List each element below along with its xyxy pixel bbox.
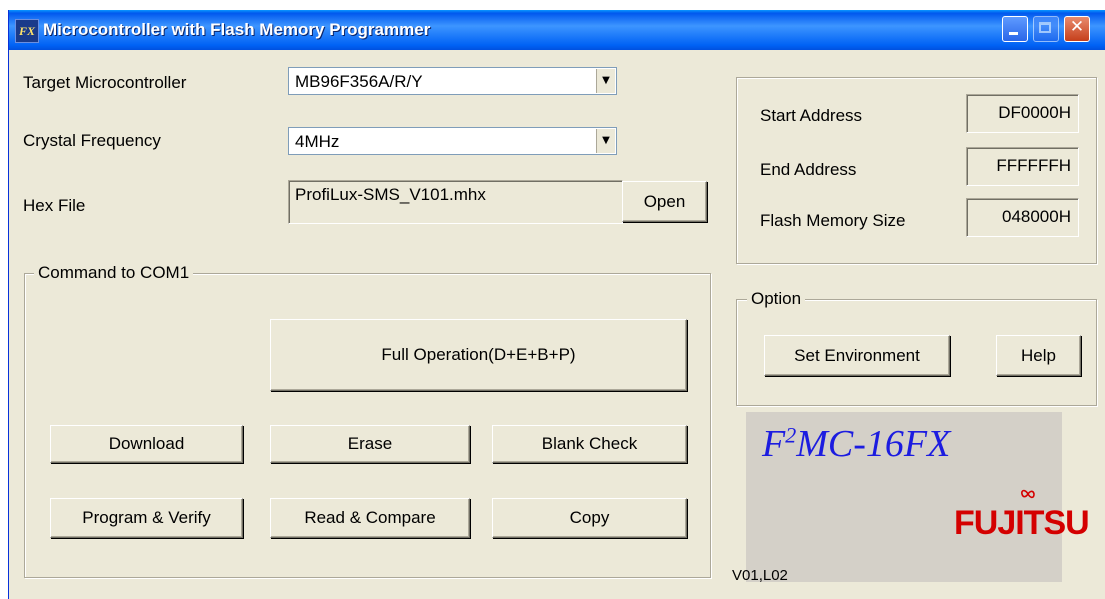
erase-button[interactable]: Erase: [270, 425, 470, 463]
target-microcontroller-label: Target Microcontroller: [23, 73, 187, 92]
program-verify-button[interactable]: Program & Verify: [50, 498, 243, 538]
end-address-field: FFFFFFH: [966, 147, 1079, 186]
maximize-button[interactable]: [1033, 16, 1059, 42]
start-address-label: Start Address: [760, 106, 863, 125]
copy-button[interactable]: Copy: [492, 498, 687, 538]
version-label: V01,L02: [732, 567, 788, 584]
start-address-field: DF0000H: [966, 94, 1079, 133]
close-button[interactable]: ✕: [1064, 16, 1090, 42]
end-address-label: End Address: [760, 160, 857, 179]
full-operation-button[interactable]: Full Operation(D+E+B+P): [270, 319, 687, 391]
crystal-frequency-select[interactable]: 4MHz ▼: [288, 127, 617, 155]
vendor-logo: FUJITSU: [954, 504, 1090, 542]
start-address-value: DF0000H: [998, 103, 1071, 122]
hex-file-value: ProfiLux-SMS_V101.mhx: [295, 185, 486, 204]
flash-memory-size-label: Flash Memory Size: [760, 211, 906, 230]
crystal-frequency-value: 4MHz: [295, 132, 340, 151]
main-window: FX Microcontroller with Flash Memory Pro…: [8, 10, 1105, 599]
flash-memory-size-value: 048000H: [1001, 207, 1071, 226]
minimize-button[interactable]: [1002, 16, 1028, 42]
hex-file-field: ProfiLux-SMS_V101.mhx: [288, 180, 623, 224]
command-group-label: Command to COM1: [34, 263, 194, 283]
help-button[interactable]: Help: [996, 335, 1081, 376]
end-address-value: FFFFFFH: [996, 156, 1071, 175]
product-name: F2MC-16FX: [762, 422, 951, 465]
infinity-icon: [1021, 489, 1035, 499]
flash-memory-size-field: 048000H: [966, 198, 1079, 237]
app-icon: FX: [15, 19, 39, 43]
read-compare-button[interactable]: Read & Compare: [270, 498, 470, 538]
hex-file-label: Hex File: [23, 196, 86, 215]
target-microcontroller-select[interactable]: MB96F356A/R/Y ▼: [288, 67, 617, 95]
blank-check-button[interactable]: Blank Check: [492, 425, 687, 463]
title-bar[interactable]: FX Microcontroller with Flash Memory Pro…: [9, 10, 1105, 50]
window-title: Microcontroller with Flash Memory Progra…: [43, 20, 431, 39]
download-button[interactable]: Download: [50, 425, 243, 463]
option-group-label: Option: [747, 289, 806, 309]
open-button[interactable]: Open: [622, 181, 707, 222]
chevron-down-icon[interactable]: ▼: [596, 129, 615, 153]
set-environment-button[interactable]: Set Environment: [764, 335, 950, 376]
target-microcontroller-value: MB96F356A/R/Y: [295, 72, 423, 91]
product-logo: F2MC-16FX FUJITSU: [746, 412, 1090, 582]
chevron-down-icon[interactable]: ▼: [596, 69, 615, 93]
crystal-frequency-label: Crystal Frequency: [23, 131, 161, 150]
close-icon: ✕: [1069, 17, 1085, 37]
